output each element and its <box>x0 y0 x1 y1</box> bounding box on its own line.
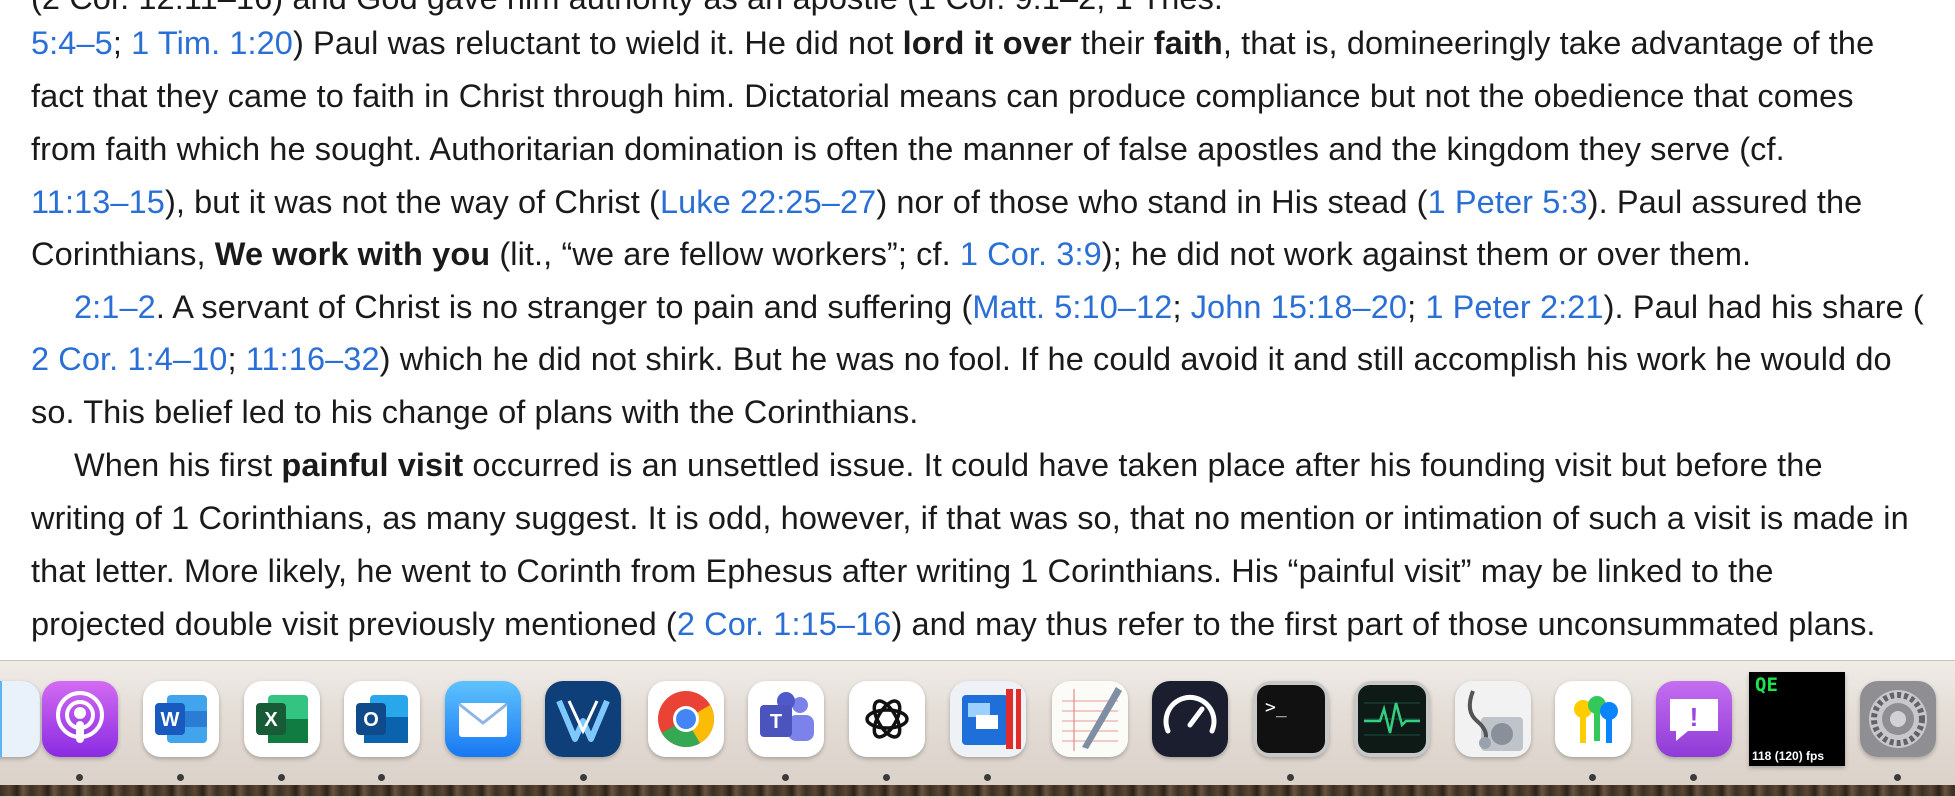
teams-icon: T <box>748 681 824 757</box>
scripture-link[interactable]: 1 Peter 5:3 <box>1428 184 1588 220</box>
finder-app[interactable] <box>0 681 40 757</box>
feedback-icon: ! <box>1656 681 1732 757</box>
scripture-link[interactable]: 1 Peter 2:21 <box>1425 289 1603 325</box>
mail-icon <box>445 681 521 757</box>
qe-label: QE <box>1755 674 1778 696</box>
system-settings-app[interactable] <box>1860 681 1936 757</box>
running-indicator <box>1287 774 1294 781</box>
word-icon: W <box>143 681 219 757</box>
vectorworks-app[interactable] <box>545 681 621 757</box>
running-indicator <box>1690 774 1697 781</box>
textedit-app[interactable] <box>1052 681 1128 757</box>
quartz-debug-icon: QE 118 (120) fps <box>1749 672 1845 766</box>
excel-app[interactable]: X <box>244 681 320 757</box>
bold-phrase: painful visit <box>281 447 464 483</box>
fps-readout: 118 (120) fps <box>1752 749 1825 763</box>
passwords-app[interactable] <box>1555 681 1631 757</box>
running-indicator <box>1589 774 1596 781</box>
running-indicator <box>984 774 991 781</box>
text-line: 2:1–2. A servant of Christ is no strange… <box>74 289 1924 325</box>
gear-icon <box>1860 681 1936 757</box>
chrome-app[interactable] <box>648 681 724 757</box>
scripture-link[interactable]: 2 Cor. 1:4–10 <box>31 341 227 377</box>
text-line: When his first painful visit occurred is… <box>74 447 1823 483</box>
verse-ref-link[interactable]: 2:1–2 <box>74 289 156 325</box>
text-line: 2 Cor. 1:4–10; 11:16–32) which he did no… <box>31 341 1892 377</box>
text-line: so. This belief led to his change of pla… <box>31 394 919 430</box>
running-indicator <box>580 774 587 781</box>
text-line: 5:4–5; 1 Tim. 1:20) Paul was reluctant t… <box>31 25 1875 61</box>
outlook-app[interactable]: O <box>344 681 420 757</box>
scripture-link[interactable]: 1 Tim. 1:20 <box>131 25 293 61</box>
desktop-wallpaper-strip <box>0 785 1955 796</box>
scripture-link[interactable]: Luke 22:25–27 <box>660 184 876 220</box>
scripture-link[interactable]: Matt. 5:10–12 <box>972 289 1172 325</box>
running-indicator <box>1894 774 1901 781</box>
document-view: (2 Cor. 12:11–16) and God gave him autho… <box>0 0 1955 660</box>
bold-phrase: lord it over <box>902 25 1072 61</box>
svg-text:O: O <box>363 709 379 731</box>
running-indicator <box>378 774 385 781</box>
parallels-app[interactable] <box>950 681 1026 757</box>
bold-phrase: We work with you <box>214 236 491 272</box>
text-line: from faith which he sought. Authoritaria… <box>31 131 1785 167</box>
podcasts-app[interactable] <box>42 681 118 757</box>
text-line: projected double visit previously mentio… <box>31 606 1876 642</box>
text-line: writing of 1 Corinthians, as many sugges… <box>31 500 1909 536</box>
running-indicator <box>177 774 184 781</box>
teams-app[interactable]: T <box>748 681 824 757</box>
chrome-icon <box>648 681 724 757</box>
podcasts-icon <box>42 681 118 757</box>
running-indicator <box>278 774 285 781</box>
excel-icon: X <box>244 681 320 757</box>
disk-utility-app[interactable] <box>1455 681 1531 757</box>
text-line: that letter. More likely, he went to Cor… <box>31 553 1774 589</box>
svg-text:!: ! <box>1690 702 1699 732</box>
chatgpt-icon <box>849 681 925 757</box>
scripture-link[interactable]: 11:16–32 <box>246 341 380 377</box>
disk-utility-icon <box>1455 681 1531 757</box>
terminal-app[interactable]: >_ <box>1253 681 1329 757</box>
svg-text:W: W <box>161 709 180 731</box>
scripture-link[interactable]: 5:4–5 <box>31 25 113 61</box>
scripture-link[interactable]: 11:13–15 <box>31 184 165 220</box>
textedit-icon <box>1052 681 1128 757</box>
finder-icon <box>0 681 40 757</box>
running-indicator <box>76 774 83 781</box>
text-line: 11:13–15), but it was not the way of Chr… <box>31 184 1863 220</box>
mail-app[interactable] <box>445 681 521 757</box>
text-line: (2 Cor. 12:11–16) and God gave him autho… <box>31 0 1223 18</box>
scripture-link[interactable]: 1 Cor. 3:9 <box>960 236 1102 272</box>
bold-phrase: faith <box>1153 25 1223 61</box>
quartz-debug-app[interactable]: QE 118 (120) fps <box>1749 672 1845 766</box>
parallels-icon <box>950 681 1026 757</box>
text-line: Corinthians, We work with you (lit., “we… <box>31 236 1752 272</box>
svg-text:X: X <box>264 709 278 731</box>
passwords-icon <box>1555 681 1631 757</box>
scripture-link[interactable]: 2 Cor. 1:15–16 <box>677 606 892 642</box>
feedback-assistant-app[interactable]: ! <box>1656 681 1732 757</box>
terminal-icon: >_ <box>1253 681 1329 757</box>
svg-text:>_: >_ <box>1265 697 1287 718</box>
running-indicator <box>883 774 890 781</box>
speedtest-icon <box>1152 681 1228 757</box>
running-indicator <box>782 774 789 781</box>
activity-monitor-app[interactable] <box>1354 681 1430 757</box>
activity-monitor-icon <box>1354 681 1430 757</box>
text-line: fact that they came to faith in Christ t… <box>31 78 1854 114</box>
chatgpt-app[interactable] <box>849 681 925 757</box>
speedtest-app[interactable] <box>1152 681 1228 757</box>
vectorworks-icon <box>545 681 621 757</box>
word-app[interactable]: W <box>143 681 219 757</box>
outlook-icon: O <box>344 681 420 757</box>
scripture-link[interactable]: John 15:18–20 <box>1191 289 1407 325</box>
svg-text:T: T <box>770 711 782 733</box>
